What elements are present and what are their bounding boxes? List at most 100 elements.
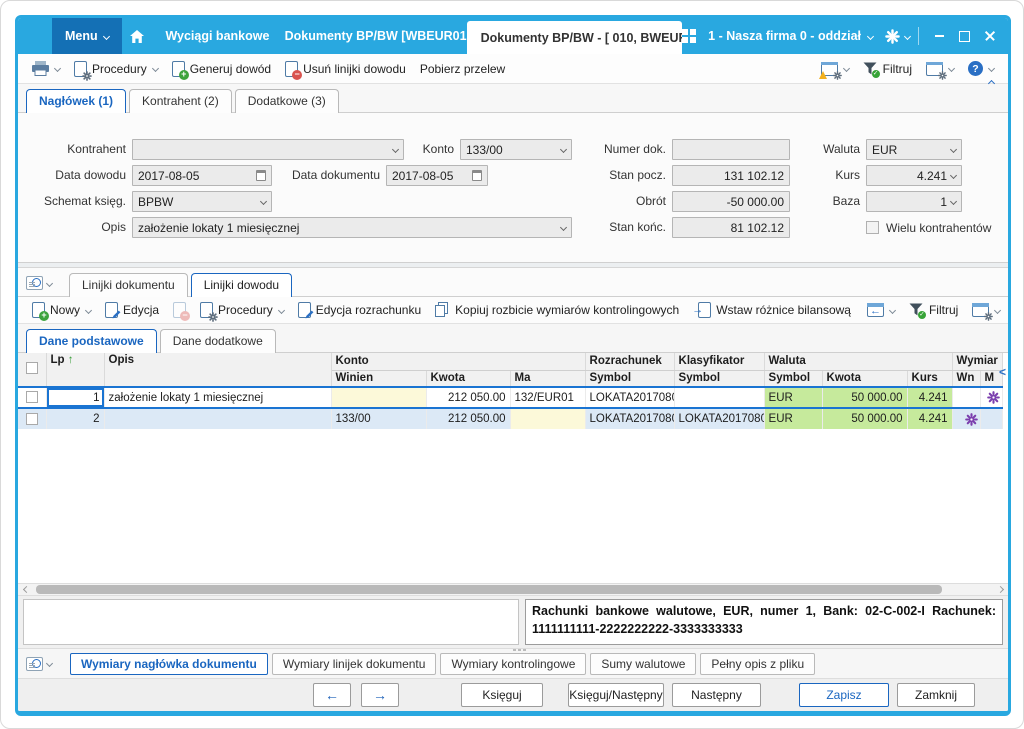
kontrahent-combo[interactable] — [132, 139, 404, 160]
cell-m[interactable] — [980, 408, 1002, 429]
btab-pelny-opis[interactable]: Pełny opis z pliku — [700, 653, 815, 675]
view-selector[interactable] — [26, 276, 52, 296]
wstaw-roznice-button[interactable]: → Wstaw różnice bilansową — [687, 299, 857, 321]
workflow-settings-button[interactable] — [815, 59, 855, 79]
menu-button[interactable]: Menu — [52, 18, 122, 54]
ksieguj-button[interactable]: Księguj — [461, 683, 543, 707]
col-waluta-kwota[interactable]: Kwota — [822, 370, 907, 387]
notes-panel[interactable] — [23, 599, 519, 645]
col-waluta-symbol[interactable]: Symbol — [764, 370, 822, 387]
col-winien[interactable]: Winien — [331, 370, 426, 387]
col-ma[interactable]: Ma — [510, 370, 585, 387]
tab-naglowek[interactable]: Nagłówek (1) — [26, 89, 126, 113]
cell-m[interactable] — [980, 387, 1002, 408]
cell-opis[interactable] — [104, 408, 331, 429]
cell-waluta-kwota[interactable]: 50 000.00 — [822, 408, 907, 429]
waluta-combo[interactable]: EUR — [866, 139, 962, 160]
cell-lp[interactable]: 2 — [46, 408, 104, 429]
print-button[interactable] — [26, 58, 66, 79]
grid-settings-lines-button[interactable] — [966, 300, 1006, 320]
cell-wn[interactable] — [952, 408, 980, 429]
nav-tab-wyciagi[interactable]: Wyciągi bankowe — [151, 18, 270, 54]
scrollbar-track[interactable] — [36, 585, 990, 594]
colgroup-wymiar[interactable]: Wymiar — [952, 353, 1002, 370]
opis-combo[interactable]: założenie lokaty 1 miesięcznej — [132, 217, 572, 238]
next-record-button[interactable]: → — [361, 683, 399, 707]
nowy-button[interactable]: + Nowy — [26, 299, 97, 321]
zamknij-button[interactable]: Zamknij — [897, 683, 975, 707]
filter-lines-button[interactable]: ✓ Filtruj — [903, 300, 964, 320]
filter-button[interactable]: ✓ Filtruj — [857, 59, 918, 79]
usun-linijki-button[interactable]: − Usuń linijki dowodu — [279, 58, 412, 80]
nav-tab-dokumenty-active[interactable]: Dokumenty BP/BW - [ 010, BWEUR0 — [467, 21, 683, 54]
baza-combo[interactable]: 1 — [866, 191, 962, 212]
cell-kwota[interactable]: 212 050.00 — [426, 408, 510, 429]
cell-konto-ma[interactable]: 132/EUR01 — [510, 387, 585, 408]
row-select-cell[interactable] — [18, 387, 46, 408]
minimize-button[interactable] — [927, 18, 952, 54]
splitter-grip[interactable] — [513, 649, 537, 652]
scrollbar-thumb[interactable] — [36, 585, 942, 594]
col-kurs[interactable]: Kurs — [907, 370, 952, 387]
prev-record-button[interactable]: ← — [313, 683, 351, 707]
tab-dodatkowe[interactable]: Dodatkowe (3) — [235, 89, 339, 113]
cell-kwota[interactable]: 212 050.00 — [426, 387, 510, 408]
cell-kurs[interactable]: 4.241 — [907, 387, 952, 408]
colgroup-rozrachunek[interactable]: Rozrachunek — [585, 353, 674, 370]
tab-linijki-dowodu[interactable]: Linijki dowodu — [191, 273, 292, 297]
maximize-button[interactable] — [952, 18, 977, 54]
generuj-dowod-button[interactable]: + Generuj dowód — [166, 58, 277, 80]
grid-settings-button[interactable] — [920, 59, 960, 79]
colgroup-waluta[interactable]: Waluta — [764, 353, 952, 370]
col-kwota[interactable]: Kwota — [426, 370, 510, 387]
settings-button[interactable] — [885, 29, 910, 44]
dimensions-gear-icon[interactable] — [965, 413, 978, 426]
col-wn[interactable]: Wn — [952, 370, 980, 387]
cell-opis[interactable]: założenie lokaty 1 miesięcznej — [104, 387, 331, 408]
help-lines-button[interactable]: ? — [1008, 300, 1011, 321]
row-checkbox[interactable] — [26, 413, 38, 425]
cell-konto-ma[interactable] — [510, 408, 585, 429]
edycja-button[interactable]: Edycja — [99, 299, 165, 321]
collapse-columns-icon[interactable]: < — [999, 365, 1006, 379]
ksieguj-nastepny-button[interactable]: Księguj/Następny — [568, 683, 664, 707]
edycja-rozrachunku-button[interactable]: Edycja rozrachunku — [292, 299, 427, 321]
konto-combo[interactable]: 133/00 — [460, 139, 572, 160]
row-checkbox[interactable] — [26, 391, 38, 403]
dimensions-gear-icon[interactable] — [987, 391, 1000, 404]
cell-lp[interactable]: 1 — [46, 387, 104, 408]
btab-wymiary-naglowka[interactable]: Wymiary nagłówka dokumentu — [70, 653, 268, 675]
cell-klasyfikator[interactable]: LOKATA20170805 — [674, 408, 764, 429]
apps-grid-icon[interactable] — [682, 29, 696, 43]
schemat-combo[interactable]: BPBW — [132, 191, 272, 212]
cell-kurs[interactable]: 4.241 — [907, 408, 952, 429]
col-rozrachunek-symbol[interactable]: Symbol — [585, 370, 674, 387]
tab-linijki-dokumentu[interactable]: Linijki dokumentu — [69, 273, 188, 297]
cell-waluta-kwota[interactable]: 50 000.00 — [822, 387, 907, 408]
data-dokumentu-input[interactable]: 2017-08-05 — [386, 165, 488, 186]
col-opis[interactable]: Opis — [104, 353, 331, 387]
zapisz-button[interactable]: Zapisz — [799, 683, 889, 707]
col-klasyfikator-symbol[interactable]: Symbol — [674, 370, 764, 387]
pobierz-przelew-button[interactable]: Pobierz przelew — [414, 59, 511, 79]
cell-klasyfikator[interactable] — [674, 387, 764, 408]
home-button[interactable] — [122, 18, 152, 54]
subtab-dane-dodatkowe[interactable]: Dane dodatkowe — [160, 329, 276, 353]
close-button[interactable] — [977, 18, 1002, 54]
subtab-dane-podstawowe[interactable]: Dane podstawowe — [26, 329, 157, 353]
kurs-combo[interactable]: 4.241 — [866, 165, 962, 186]
tab-kontrahent[interactable]: Kontrahent (2) — [129, 89, 232, 113]
colgroup-konto[interactable]: Konto — [331, 353, 585, 370]
help-button[interactable]: ? — [962, 58, 1000, 79]
btab-wymiary-kontrolingowe[interactable]: Wymiary kontrolingowe — [440, 653, 586, 675]
data-dowodu-input[interactable]: 2017-08-05 — [132, 165, 272, 186]
cell-rozrachunek[interactable]: LOKATA2017080 — [585, 387, 674, 408]
company-selector[interactable]: 1 - Nasza firma 0 - oddział — [708, 29, 873, 43]
cell-waluta-symbol[interactable]: EUR — [764, 387, 822, 408]
nastepny-button[interactable]: Następny — [672, 683, 761, 707]
scroll-left-arrow[interactable] — [18, 587, 34, 592]
calendar-icon[interactable] — [256, 170, 266, 181]
view-selector-bottom[interactable] — [26, 657, 52, 671]
cell-wn[interactable] — [952, 387, 980, 408]
cell-rozrachunek[interactable]: LOKATA2017080 — [585, 408, 674, 429]
